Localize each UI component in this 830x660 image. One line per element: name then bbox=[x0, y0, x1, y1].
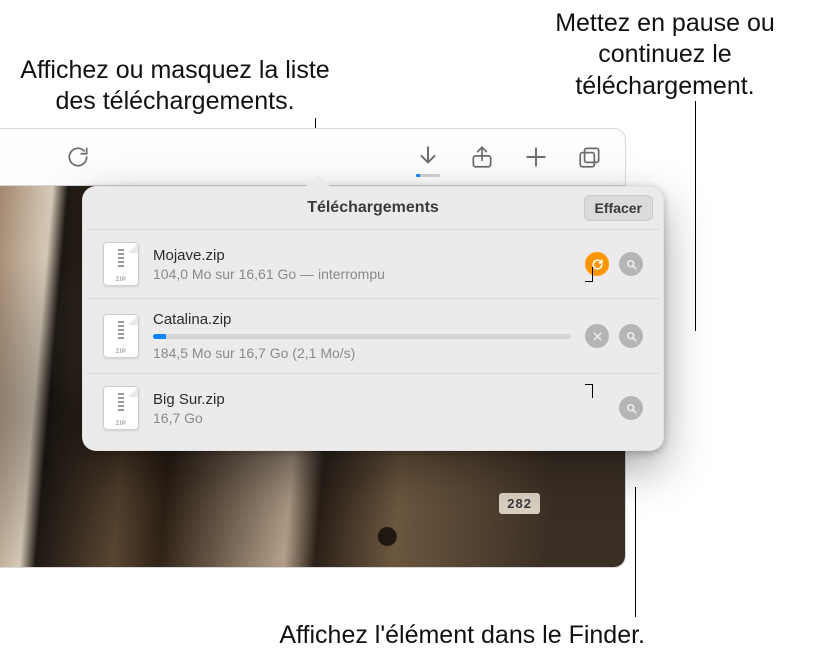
zip-file-icon: ZIP bbox=[103, 386, 139, 430]
callout-bracket bbox=[585, 281, 593, 282]
share-icon[interactable] bbox=[467, 142, 497, 172]
reveal-in-finder-button[interactable] bbox=[619, 396, 643, 420]
reload-icon[interactable] bbox=[63, 142, 93, 172]
download-name: Mojave.zip bbox=[153, 247, 571, 264]
zip-file-icon: ZIP bbox=[103, 314, 139, 358]
reveal-in-finder-button[interactable] bbox=[619, 252, 643, 276]
callout-pause-resume: Mettez en pause ou continuez le téléchar… bbox=[525, 8, 805, 102]
callout-text: Mettez en pause ou continuez le téléchar… bbox=[555, 9, 775, 100]
download-item: ZIP Mojave.zip 104,0 Mo sur 16,61 Go — i… bbox=[87, 229, 659, 298]
popover-header: Téléchargements Effacer bbox=[83, 187, 663, 229]
popover-title: Téléchargements bbox=[307, 199, 439, 217]
callout-bracket bbox=[592, 384, 593, 398]
callout-leader bbox=[635, 487, 636, 617]
downloads-list: ZIP Mojave.zip 104,0 Mo sur 16,61 Go — i… bbox=[83, 229, 663, 450]
tabs-overview-icon[interactable] bbox=[575, 142, 605, 172]
callout-text: Affichez l'élément dans le Finder. bbox=[279, 621, 645, 649]
callout-text: Affichez ou masquez la liste des télécha… bbox=[20, 56, 329, 115]
download-meta: 184,5 Mo sur 16,7 Go (2,1 Mo/s) bbox=[153, 345, 571, 361]
clear-button[interactable]: Effacer bbox=[584, 195, 653, 221]
house-number-plate: 282 bbox=[499, 493, 540, 514]
reveal-in-finder-button[interactable] bbox=[619, 324, 643, 348]
browser-window: 282 Téléchargements Effacer ZIP Mojave.z… bbox=[0, 128, 626, 568]
callout-leader bbox=[695, 101, 696, 331]
callout-toggle-list: Affichez ou masquez la liste des télécha… bbox=[15, 55, 335, 118]
downloads-progress-indicator bbox=[416, 174, 440, 177]
callout-show-in-finder: Affichez l'élément dans le Finder. bbox=[165, 621, 645, 650]
download-meta: 16,7 Go bbox=[153, 410, 605, 426]
plus-icon[interactable] bbox=[521, 142, 551, 172]
clear-button-label: Effacer bbox=[595, 200, 642, 216]
callout-bracket bbox=[592, 267, 593, 281]
stop-button[interactable] bbox=[585, 324, 609, 348]
download-name: Catalina.zip bbox=[153, 311, 571, 328]
download-item: ZIP Big Sur.zip 16,7 Go bbox=[87, 373, 659, 442]
resume-button[interactable] bbox=[585, 252, 609, 276]
downloads-popover: Téléchargements Effacer ZIP Mojave.zip 1… bbox=[82, 186, 664, 451]
download-item: ZIP Catalina.zip 184,5 Mo sur 16,7 Go (2… bbox=[87, 298, 659, 373]
download-meta: 104,0 Mo sur 16,61 Go — interrompu bbox=[153, 266, 571, 282]
download-name: Big Sur.zip bbox=[153, 391, 605, 408]
downloads-icon[interactable] bbox=[413, 142, 443, 172]
download-progress-bar bbox=[153, 334, 571, 339]
zip-file-icon: ZIP bbox=[103, 242, 139, 286]
